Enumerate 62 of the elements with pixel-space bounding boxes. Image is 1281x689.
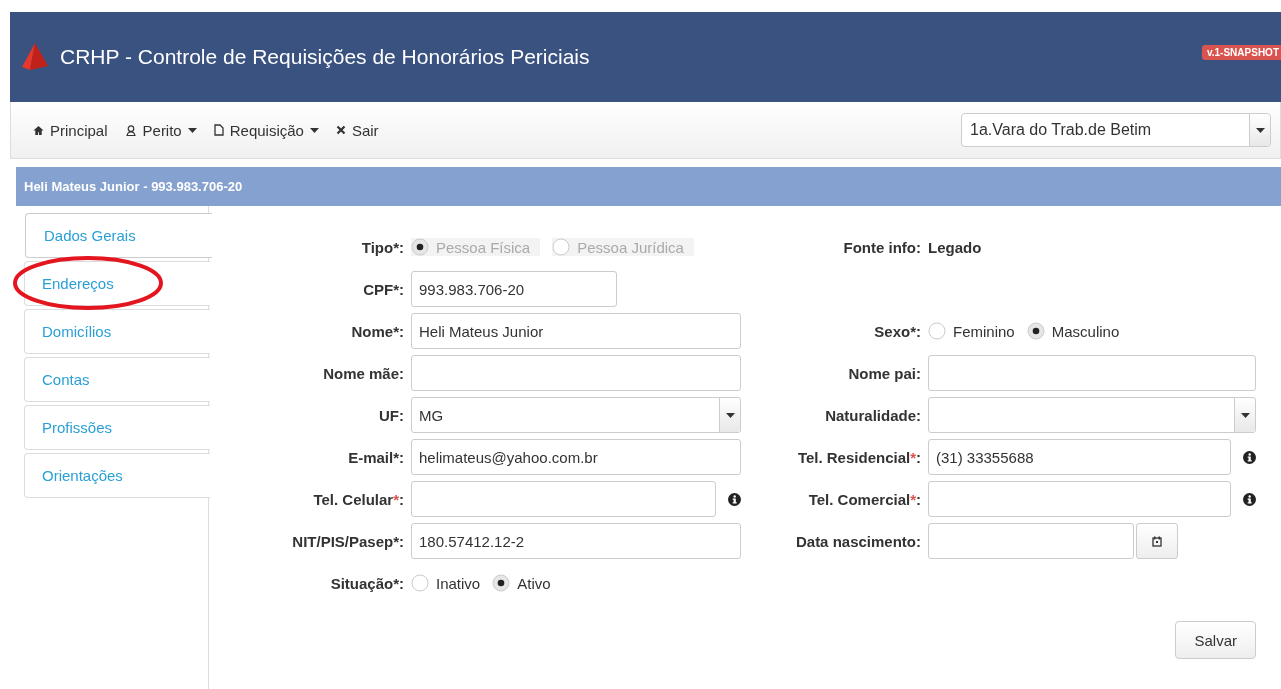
text-field[interactable]: 180.57412.12-2 bbox=[411, 523, 741, 559]
nav-menu-item[interactable]: Sair bbox=[335, 121, 379, 139]
field-label: Situação*: bbox=[329, 574, 404, 592]
user-icon bbox=[124, 124, 137, 136]
field-label: Tel. Residencial*: bbox=[796, 448, 921, 466]
text-field[interactable]: (31) 33355688 bbox=[928, 439, 1231, 475]
field-label: Fonte info: bbox=[842, 238, 921, 256]
field-label: Nome mãe: bbox=[322, 364, 404, 382]
field-label: Sexo*: bbox=[873, 322, 921, 340]
save-button[interactable]: Salvar bbox=[1175, 621, 1256, 659]
field-label: NIT/PIS/Pasep*: bbox=[291, 532, 404, 550]
select-field[interactable]: MG bbox=[411, 397, 741, 433]
field-label: Data nascimento: bbox=[794, 532, 921, 550]
field-value: Legado bbox=[928, 238, 983, 256]
radio-button[interactable] bbox=[1026, 322, 1045, 340]
select-field[interactable] bbox=[928, 397, 1256, 433]
version-badge: v.1-SNAPSHOT bbox=[1201, 45, 1281, 60]
close-icon bbox=[335, 125, 346, 135]
nav-menu-item[interactable]: Perito bbox=[124, 121, 197, 139]
radio-button[interactable] bbox=[928, 322, 946, 340]
field-label: Naturalidade: bbox=[824, 406, 921, 424]
radio-button[interactable] bbox=[492, 574, 511, 592]
caret-icon bbox=[1240, 412, 1250, 418]
nav-menu-item[interactable]: Requisição bbox=[213, 121, 319, 139]
option-label: Feminino bbox=[953, 322, 1015, 340]
option-label: Pessoa Jurídica bbox=[577, 238, 684, 256]
caret-icon bbox=[1255, 127, 1265, 133]
radio-option[interactable]: Ativo bbox=[492, 574, 551, 592]
text-field[interactable] bbox=[928, 355, 1256, 391]
radio-option[interactable]: Inativo bbox=[411, 574, 481, 592]
option-label: Inativo bbox=[436, 574, 481, 592]
field-label: E-mail*: bbox=[347, 448, 404, 466]
court-select[interactable]: 1a.Vara do Trab.de Betim bbox=[961, 113, 1271, 147]
field-label: Tel. Comercial*: bbox=[807, 490, 921, 508]
nav-menu-item[interactable]: Principal bbox=[33, 121, 108, 139]
pyramid-logo-icon bbox=[22, 43, 48, 71]
field-label: Tel. Celular*: bbox=[312, 490, 404, 508]
text-field[interactable]: Heli Mateus Junior bbox=[411, 313, 741, 349]
calendar-icon bbox=[1152, 535, 1162, 547]
field-label: Nome*: bbox=[350, 322, 404, 340]
radio-option[interactable]: Feminino bbox=[928, 322, 1015, 340]
app-title: CRHP - Controle de Requisições de Honorários Periciais bbox=[60, 45, 590, 69]
calendar-button[interactable] bbox=[1136, 523, 1178, 559]
text-field[interactable]: helimateus@yahoo.com.br bbox=[411, 439, 741, 475]
text-field[interactable] bbox=[411, 355, 741, 391]
field-label: Tipo*: bbox=[360, 238, 404, 256]
field-label: CPF*: bbox=[362, 280, 404, 298]
field-label: Nome pai: bbox=[847, 364, 921, 382]
option-label: Ativo bbox=[517, 574, 551, 592]
radio-option[interactable]: Masculino bbox=[1026, 322, 1120, 340]
radio-button[interactable] bbox=[411, 574, 429, 592]
text-field[interactable] bbox=[411, 481, 716, 517]
person-bar: Heli Mateus Junior - 993.983.706-20 bbox=[16, 167, 1281, 206]
text-field[interactable] bbox=[928, 481, 1231, 517]
home-icon bbox=[33, 124, 44, 136]
option-label: Pessoa Física bbox=[436, 238, 531, 256]
text-field[interactable]: 993.983.706-20 bbox=[411, 271, 617, 307]
field-label: UF: bbox=[378, 406, 404, 424]
caret-icon bbox=[725, 412, 735, 418]
option-label: Masculino bbox=[1051, 322, 1120, 340]
date-field[interactable] bbox=[928, 523, 1134, 559]
file-icon bbox=[213, 124, 224, 136]
